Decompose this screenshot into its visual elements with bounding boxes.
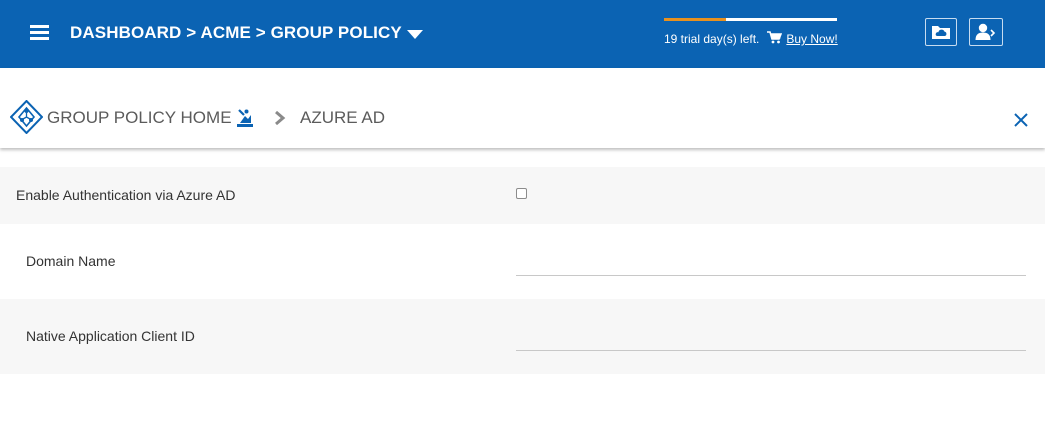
caret-down-icon[interactable] — [406, 29, 423, 39]
buy-now-link[interactable]: Buy Now! — [786, 32, 837, 46]
form-row-domain: Domain Name — [0, 224, 1045, 299]
current-page-title: AZURE AD — [300, 108, 386, 127]
client-id-field[interactable] — [516, 322, 1026, 351]
group-policy-icon — [9, 99, 44, 139]
run-policy-icon[interactable] — [236, 108, 254, 133]
menu-icon[interactable] — [30, 25, 50, 41]
domain-name-field[interactable] — [516, 247, 1026, 276]
domain-name-label: Domain Name — [26, 253, 116, 269]
client-id-label: Native Application Client ID — [26, 328, 195, 344]
trial-progress-bar — [664, 18, 837, 21]
trial-days-text: 19 trial day(s) left. — [664, 32, 760, 46]
form-row-enable: Enable Authentication via Azure AD — [0, 167, 1045, 224]
group-policy-home-link[interactable]: GROUP POLICY HOME — [47, 108, 232, 128]
header-breadcrumb[interactable]: DASHBOARD > ACME > GROUP POLICY — [70, 23, 423, 43]
cloud-folder-button[interactable] — [925, 18, 957, 46]
cart-icon — [767, 31, 783, 47]
form-row-client-id: Native Application Client ID — [0, 299, 1045, 374]
folder-cloud-icon — [932, 26, 950, 39]
user-account-button[interactable] — [969, 18, 1003, 46]
user-logout-icon — [975, 23, 996, 40]
breadcrumb-text: DASHBOARD > ACME > GROUP POLICY — [70, 23, 402, 42]
trial-progress-fill — [664, 18, 727, 21]
enable-azure-ad-label: Enable Authentication via Azure AD — [16, 187, 236, 203]
trial-status: 19 trial day(s) left. Buy Now! — [664, 18, 838, 47]
chevron-right-icon — [274, 110, 286, 130]
close-icon[interactable] — [1013, 112, 1029, 133]
enable-azure-ad-checkbox[interactable] — [516, 188, 527, 199]
top-app-bar: DASHBOARD > ACME > GROUP POLICY 19 trial… — [0, 0, 1045, 68]
